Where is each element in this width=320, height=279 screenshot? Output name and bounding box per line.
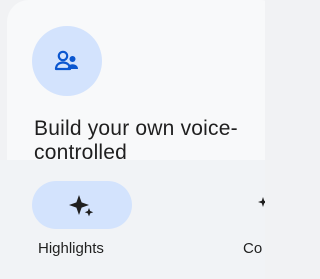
nav-item-co-label[interactable]: Co bbox=[243, 240, 262, 257]
bottom-navigation-bar: Highlights Co bbox=[0, 160, 265, 279]
feature-card-icon-container bbox=[32, 26, 102, 96]
person-group-icon bbox=[54, 50, 78, 71]
nav-item-highlights[interactable] bbox=[32, 181, 132, 229]
nav-item-highlights-label: Highlights bbox=[38, 240, 104, 257]
app-viewport: Build your own voice-controlled Highligh… bbox=[0, 0, 265, 279]
feature-card-title: Build your own voice-controlled bbox=[34, 117, 238, 164]
sparkle-icon[interactable] bbox=[258, 197, 265, 207]
sparkle-icon bbox=[69, 195, 94, 217]
